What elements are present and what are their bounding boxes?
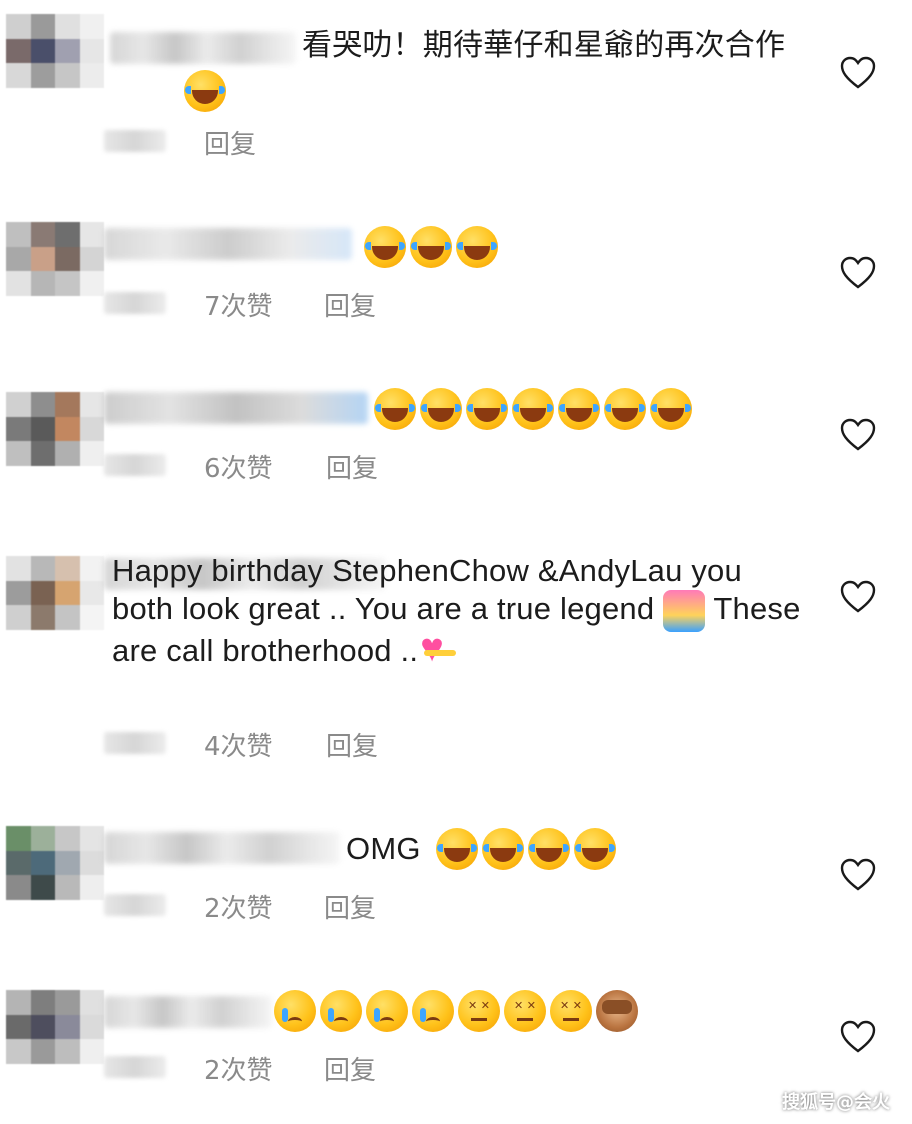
emoji-row — [436, 828, 616, 870]
comment-text: 看哭叻！期待華仔和星爺的再次合作 — [112, 27, 812, 65]
crying-emoji-icon — [320, 990, 362, 1032]
laughing-emoji-icon — [436, 828, 478, 870]
avatar[interactable] — [6, 990, 104, 1064]
like-heart-icon[interactable] — [840, 858, 876, 892]
timestamp-blurred — [104, 1056, 166, 1078]
confounded-emoji-icon — [504, 990, 546, 1032]
username-blurred[interactable] — [104, 996, 272, 1028]
confounded-emoji-icon — [550, 990, 592, 1032]
username-blurred[interactable] — [104, 832, 340, 864]
emoji-row — [374, 388, 692, 430]
emoji-row — [274, 990, 638, 1032]
like-heart-icon[interactable] — [840, 580, 876, 614]
avatar[interactable] — [6, 392, 104, 466]
username-blurred[interactable] — [104, 228, 352, 260]
reply-button[interactable]: 回复 — [326, 726, 378, 763]
reply-button[interactable]: 回复 — [324, 1050, 376, 1087]
confounded-emoji-icon — [458, 990, 500, 1032]
like-heart-icon[interactable] — [840, 256, 876, 290]
avatar[interactable] — [6, 826, 104, 900]
laughing-emoji-icon — [466, 388, 508, 430]
like-heart-icon[interactable] — [840, 1020, 876, 1054]
comment-text-body: Happy birthday StephenChow &AndyLau you … — [112, 553, 751, 627]
laughing-emoji-icon — [574, 828, 616, 870]
see-no-evil-monkey-emoji-icon — [596, 990, 638, 1032]
laughing-emoji-icon — [650, 388, 692, 430]
like-count: 6次赞 — [204, 454, 273, 484]
reply-button[interactable]: 回复 — [326, 448, 378, 485]
emoji-row — [364, 226, 498, 268]
laughing-emoji-icon — [604, 388, 646, 430]
laughing-emoji-icon — [456, 226, 498, 268]
username-blurred[interactable] — [104, 392, 368, 424]
crying-emoji-icon — [412, 990, 454, 1032]
comment-text: OMG — [346, 830, 421, 868]
avatar[interactable] — [6, 556, 104, 630]
like-count: 2次赞 — [204, 894, 273, 924]
timestamp-blurred — [104, 732, 166, 754]
laughing-emoji-icon — [364, 226, 406, 268]
comment-text-body: OMG — [346, 831, 421, 866]
reply-button[interactable]: 回复 — [324, 888, 376, 925]
crying-emoji-icon — [274, 990, 316, 1032]
laughing-emoji-icon — [512, 388, 554, 430]
crying-emoji-icon — [366, 990, 408, 1032]
watermark: 搜狐号@会火 — [782, 1092, 890, 1113]
laughing-emoji-icon — [528, 828, 570, 870]
timestamp-blurred — [104, 130, 166, 152]
like-count: 4次赞 — [204, 732, 273, 762]
like-count: 2次赞 — [204, 1056, 273, 1086]
reply-button[interactable]: 回复 — [324, 286, 376, 323]
heart-with-ribbon-emoji-icon — [418, 628, 460, 674]
laughing-emoji-icon — [374, 388, 416, 430]
timestamp-blurred — [104, 894, 166, 916]
timestamp-blurred — [104, 454, 166, 476]
laughing-emoji-icon — [410, 226, 452, 268]
laughing-emoji-icon — [420, 388, 462, 430]
avatar[interactable] — [6, 222, 104, 296]
like-heart-icon[interactable] — [840, 56, 876, 90]
comment-text: Happy birthday StephenChow &AndyLau you … — [112, 552, 802, 674]
couple-with-heart-emoji-icon — [663, 590, 706, 632]
reply-button[interactable]: 回复 — [204, 124, 256, 161]
laughing-emoji-icon — [482, 828, 524, 870]
comment-text-body: 看哭叻！期待華仔和星爺的再次合作 — [302, 28, 786, 63]
timestamp-blurred — [104, 292, 166, 314]
avatar[interactable] — [6, 14, 104, 88]
laughing-emoji-icon — [558, 388, 600, 430]
like-heart-icon[interactable] — [840, 418, 876, 452]
laughing-emoji-icon — [184, 70, 226, 112]
like-count: 7次赞 — [204, 292, 273, 322]
